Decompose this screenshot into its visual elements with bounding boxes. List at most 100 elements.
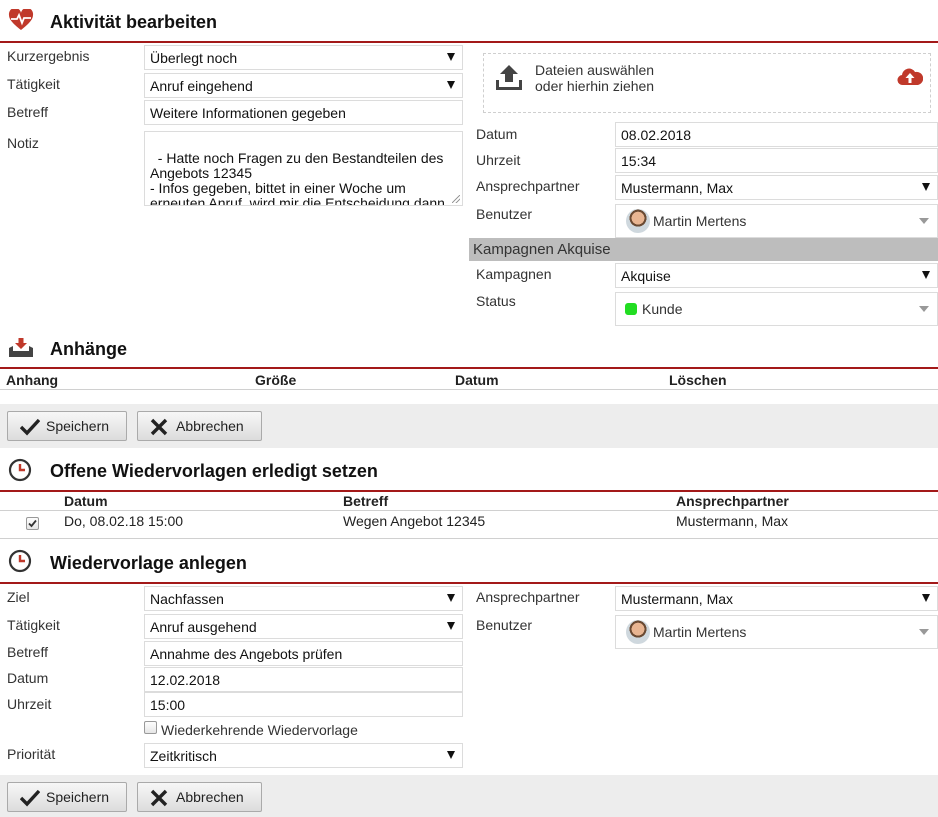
fu-datum-value: 12.02.2018 (150, 672, 221, 688)
betreff-value: Weitere Informationen gegeben (150, 105, 346, 121)
col-groesse[interactable]: Größe (255, 372, 296, 388)
fu-betreff-label: Betreff (7, 644, 48, 660)
kampagnen-value: Akquise (621, 268, 671, 284)
status-value: Kunde (642, 301, 683, 317)
kurzergebnis-select[interactable]: Überlegt noch (144, 45, 463, 70)
check-icon (20, 418, 40, 436)
cancel-button[interactable]: Abbrechen (137, 411, 262, 441)
fu-ansprechpartner-select[interactable]: Mustermann, Max (615, 586, 938, 611)
recurring-checkbox[interactable] (144, 721, 157, 734)
dropdown-arrow-icon (447, 751, 455, 759)
upload-text-line1: Dateien auswählen (535, 62, 655, 78)
row-betreff: Wegen Angebot 12345 (343, 513, 486, 529)
kampagnen-select[interactable]: Akquise (615, 263, 938, 288)
col-betreff[interactable]: Betreff (343, 493, 388, 509)
notiz-value: - Hatte noch Fragen zu den Bestandteilen… (150, 150, 445, 206)
fu-uhrzeit-value: 15:00 (150, 697, 186, 713)
dropdown-arrow-icon (922, 183, 930, 191)
betreff-input[interactable]: Weitere Informationen gegeben (144, 100, 463, 125)
save-button[interactable]: Speichern (7, 411, 127, 441)
dropdown-arrow-icon (922, 271, 930, 279)
prioritaet-value: Zeitkritisch (150, 748, 217, 764)
kurzergebnis-value: Überlegt noch (150, 50, 238, 66)
benutzer-select[interactable]: Martin Mertens (615, 204, 938, 238)
fu-betreff-value: Annahme des Angebots prüfen (150, 646, 343, 662)
fu-uhrzeit-label: Uhrzeit (7, 696, 52, 712)
status-label: Status (476, 293, 516, 309)
fu-betreff-input[interactable]: Annahme des Angebots prüfen (144, 641, 463, 666)
ansprechpartner-select[interactable]: Mustermann, Max (615, 175, 938, 200)
download-tray-icon (8, 338, 34, 361)
fu-cancel-button[interactable]: Abbrechen (137, 782, 262, 812)
fu-save-button-label: Speichern (46, 789, 110, 805)
cloud-upload-icon (897, 66, 924, 89)
check-icon (20, 789, 40, 807)
fu-ansprechpartner-value: Mustermann, Max (621, 591, 734, 607)
dropdown-arrow-icon (922, 594, 930, 602)
dropdown-arrow-icon (447, 594, 455, 602)
benutzer-label: Benutzer (476, 206, 533, 222)
cancel-button-label: Abbrechen (176, 418, 244, 434)
uhrzeit-label: Uhrzeit (476, 152, 521, 168)
campaign-band-title: Kampagnen Akquise (473, 241, 611, 258)
fu-taetigkeit-select[interactable]: Anruf ausgehend (144, 614, 463, 639)
fu-benutzer-value: Martin Mertens (653, 624, 747, 640)
uhrzeit-input[interactable]: 15:34 (615, 148, 938, 173)
file-drop-zone[interactable]: Dateien auswählen oder hierhin ziehen (483, 53, 931, 113)
uhrzeit-value: 15:34 (621, 153, 657, 169)
fu-uhrzeit-input[interactable]: 15:00 (144, 692, 463, 717)
ziel-select[interactable]: Nachfassen (144, 586, 463, 611)
fu-benutzer-select[interactable]: Martin Mertens (615, 615, 938, 649)
chevron-down-icon (919, 218, 929, 224)
save-button-label: Speichern (46, 418, 110, 434)
status-select[interactable]: Kunde (615, 292, 938, 326)
avatar (626, 209, 650, 233)
open-followups-section-header: Offene Wiedervorlagen erledigt setzen (0, 452, 938, 492)
close-icon (150, 789, 168, 807)
row-datum: Do, 08.02.18 15:00 (64, 513, 184, 529)
datum-value: 08.02.2018 (621, 127, 692, 143)
attachments-section-header: Anhänge (0, 334, 938, 369)
fu-taetigkeit-label: Tätigkeit (7, 617, 60, 633)
open-followups-title: Offene Wiedervorlagen erledigt setzen (50, 461, 378, 481)
new-followup-section-header: Wiedervorlage anlegen (0, 545, 938, 584)
chevron-down-icon (919, 306, 929, 312)
page-title: Aktivität bearbeiten (50, 12, 218, 32)
taetigkeit-value: Anruf eingehend (150, 78, 253, 94)
fu-datum-label: Datum (7, 670, 49, 686)
dropdown-arrow-icon (447, 53, 455, 61)
prioritaet-select[interactable]: Zeitkritisch (144, 743, 463, 768)
clock-icon (8, 549, 32, 576)
notiz-textarea[interactable]: - Hatte noch Fragen zu den Bestandteilen… (144, 131, 463, 206)
recurring-label[interactable]: Wiederkehrende Wiedervorlage (161, 722, 358, 738)
fu-save-button[interactable]: Speichern (7, 782, 127, 812)
taetigkeit-select[interactable]: Anruf eingehend (144, 73, 463, 98)
row-checkbox[interactable] (26, 517, 39, 530)
col-loeschen[interactable]: Löschen (669, 372, 727, 388)
chevron-down-icon (919, 629, 929, 635)
col-ansprechpartner[interactable]: Ansprechpartner (676, 493, 789, 509)
taetigkeit-label: Tätigkeit (7, 76, 60, 92)
avatar (626, 620, 650, 644)
open-followups-table-header: Datum Betreff Ansprechpartner (0, 492, 938, 511)
datum-input[interactable]: 08.02.2018 (615, 122, 938, 147)
betreff-label: Betreff (7, 104, 48, 120)
campaign-band: Kampagnen Akquise (469, 238, 938, 261)
ziel-value: Nachfassen (150, 591, 224, 607)
attachments-title: Anhänge (50, 339, 128, 359)
col-datum[interactable]: Datum (64, 493, 108, 509)
col-datum[interactable]: Datum (455, 372, 499, 388)
fu-taetigkeit-value: Anruf ausgehend (150, 619, 257, 635)
fu-benutzer-label: Benutzer (476, 617, 533, 633)
fu-datum-input[interactable]: 12.02.2018 (144, 667, 463, 692)
status-dot-icon (625, 303, 637, 315)
check-icon (28, 519, 37, 528)
col-anhang[interactable]: Anhang (6, 372, 58, 388)
attachments-table-header: Anhang Größe Datum Löschen (0, 369, 938, 390)
activity-section-header: Aktivität bearbeiten (0, 0, 938, 43)
dropdown-arrow-icon (447, 81, 455, 89)
notiz-label: Notiz (7, 135, 39, 151)
close-icon (150, 418, 168, 436)
benutzer-value: Martin Mertens (653, 213, 747, 229)
resize-grip-icon[interactable] (452, 195, 460, 203)
